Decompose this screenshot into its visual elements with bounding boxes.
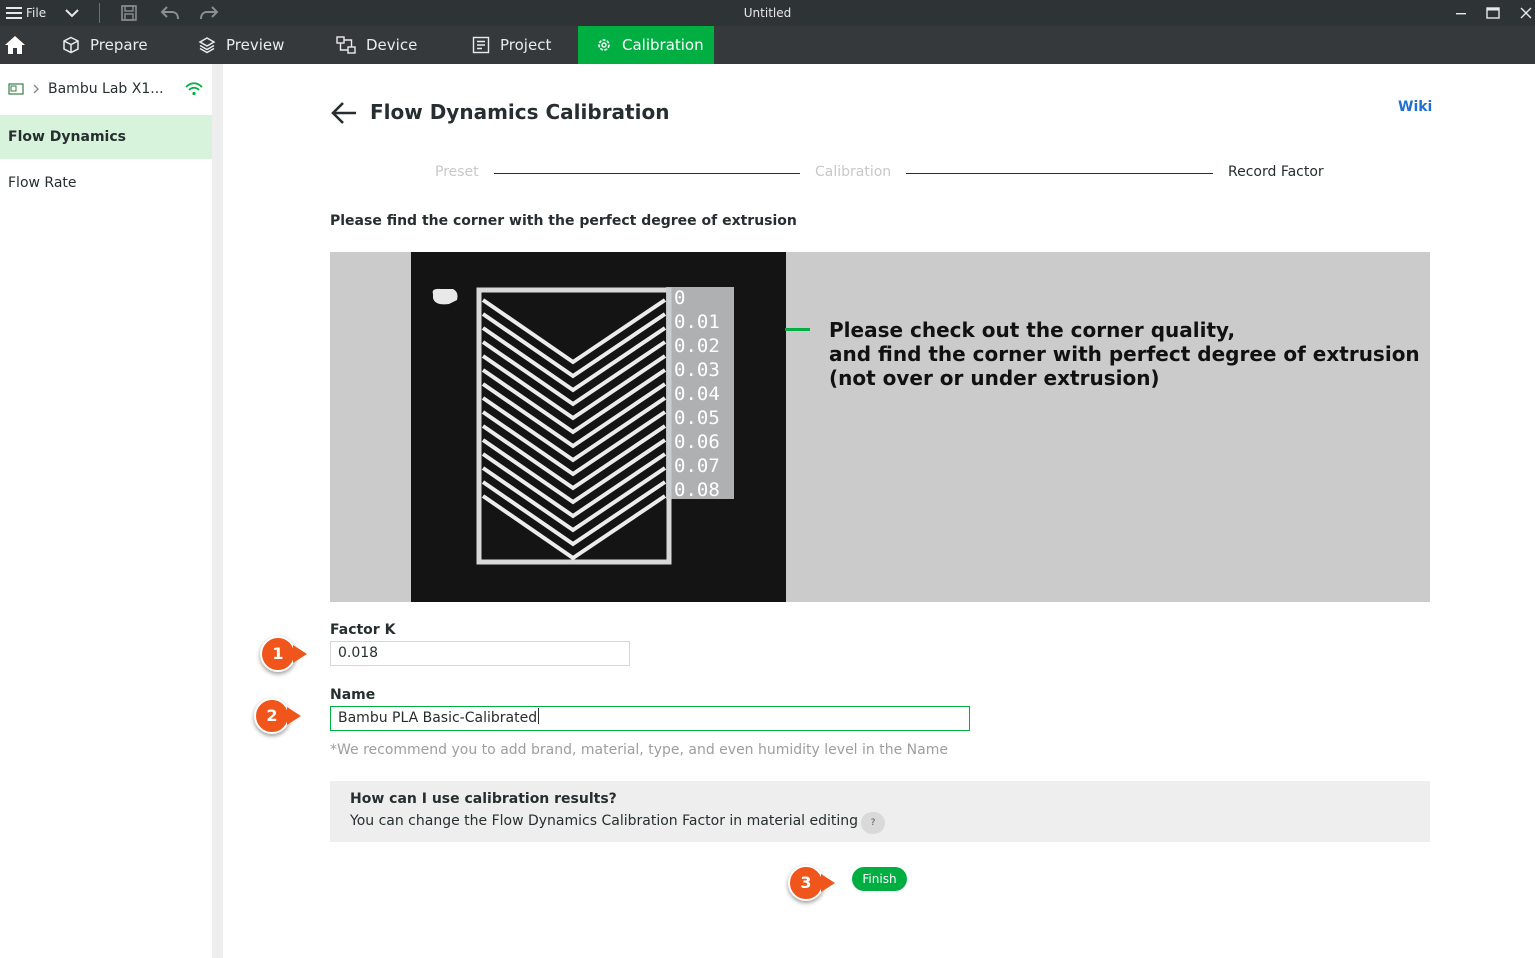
tab-preview[interactable]: Preview bbox=[180, 26, 310, 64]
sidebar-divider bbox=[212, 64, 223, 958]
name-input[interactable]: Bambu PLA Basic-Calibrated bbox=[330, 706, 970, 731]
name-hint: *We recommend you to add brand, material… bbox=[330, 742, 948, 758]
maximize-icon[interactable] bbox=[1486, 0, 1500, 26]
callout-badge: 2 bbox=[254, 698, 290, 734]
caption-line: Please check out the corner quality, bbox=[829, 318, 1236, 342]
photo-label: 0.01 bbox=[674, 311, 720, 333]
wiki-link[interactable]: Wiki bbox=[1398, 99, 1432, 115]
image-caption: Please check out the corner quality, and… bbox=[829, 318, 1420, 390]
sidebar-item-flow-dynamics[interactable]: Flow Dynamics bbox=[0, 115, 212, 159]
callout-arrow bbox=[293, 645, 307, 663]
callout-arrow bbox=[287, 707, 301, 725]
photo-label: 0.03 bbox=[674, 359, 720, 381]
tab-label: Preview bbox=[226, 36, 285, 54]
photo-label: 0.07 bbox=[674, 455, 720, 477]
tab-project[interactable]: Project bbox=[454, 26, 578, 64]
callout-arrow bbox=[821, 874, 835, 892]
tab-label: Prepare bbox=[90, 36, 148, 54]
device-icon bbox=[336, 36, 356, 54]
step-calibration: Calibration bbox=[815, 164, 892, 180]
home-icon bbox=[5, 36, 25, 54]
printer-icon bbox=[8, 83, 24, 95]
photo-label: 0.05 bbox=[674, 407, 720, 429]
printer-name: Bambu Lab X1... bbox=[48, 81, 164, 97]
photo-label: 0.04 bbox=[674, 383, 720, 405]
info-box: How can I use calibration results? You c… bbox=[330, 781, 1430, 842]
caption-line: and find the corner with perfect degree … bbox=[829, 342, 1420, 366]
help-icon[interactable]: ? bbox=[861, 812, 885, 834]
finish-button[interactable]: Finish bbox=[852, 867, 907, 891]
window-title: Untitled bbox=[743, 6, 792, 20]
printer-selector[interactable]: Bambu Lab X1... bbox=[8, 78, 204, 100]
info-title: How can I use calibration results? bbox=[350, 791, 617, 807]
name-input-value: Bambu PLA Basic-Calibrated bbox=[338, 710, 538, 726]
gear-icon bbox=[598, 39, 610, 51]
info-text: You can change the Flow Dynamics Calibra… bbox=[350, 813, 859, 829]
tab-prepare[interactable]: Prepare bbox=[44, 26, 174, 64]
step-connector bbox=[906, 173, 1213, 174]
photo-label: 0.02 bbox=[674, 335, 720, 357]
tab-label: Calibration bbox=[622, 36, 704, 54]
calibration-photo: 0 0.01 0.02 0.03 0.04 0.05 0.06 0.07 0.08 bbox=[411, 252, 786, 602]
tab-calibration[interactable]: Calibration bbox=[578, 26, 714, 64]
callout-badge: 1 bbox=[260, 636, 296, 672]
home-tab[interactable] bbox=[0, 26, 30, 64]
chevron-right-icon bbox=[33, 84, 39, 94]
minimize-icon[interactable] bbox=[1455, 0, 1467, 26]
tab-label: Device bbox=[366, 36, 418, 54]
factor-k-label: Factor K bbox=[330, 622, 396, 638]
photo-label: 0.08 bbox=[674, 479, 720, 501]
step-preset: Preset bbox=[435, 164, 479, 180]
cube-icon bbox=[63, 36, 79, 54]
page-title: Flow Dynamics Calibration bbox=[370, 100, 670, 124]
sidebar-item-flow-rate[interactable]: Flow Rate bbox=[0, 161, 212, 205]
callout-badge: 3 bbox=[788, 865, 824, 901]
photo-label: 0.06 bbox=[674, 431, 720, 453]
photo-label: 0 bbox=[674, 287, 685, 309]
step-record-factor: Record Factor bbox=[1228, 164, 1324, 180]
title-bar: File Untitled bbox=[0, 0, 1535, 26]
tab-label: Project bbox=[500, 36, 552, 54]
name-label: Name bbox=[330, 687, 376, 703]
project-icon bbox=[472, 36, 490, 54]
step-connector bbox=[494, 173, 800, 174]
back-arrow-icon[interactable] bbox=[330, 100, 360, 128]
tab-bar: Prepare Preview Device Project Calibrati… bbox=[0, 26, 1535, 64]
factor-k-input[interactable]: 0.018 bbox=[330, 641, 630, 666]
wifi-icon bbox=[184, 82, 203, 96]
calibration-image-panel: 0 0.01 0.02 0.03 0.04 0.05 0.06 0.07 0.08 Please… bbox=[330, 252, 1430, 602]
tab-device[interactable]: Device bbox=[318, 26, 453, 64]
close-icon[interactable] bbox=[1520, 0, 1532, 26]
caption-line: (not over or under extrusion) bbox=[829, 366, 1160, 390]
caption-pointer-line bbox=[785, 328, 810, 331]
layers-icon bbox=[198, 37, 216, 54]
text-cursor bbox=[538, 708, 540, 724]
instruction-text: Please find the corner with the perfect … bbox=[330, 213, 797, 229]
